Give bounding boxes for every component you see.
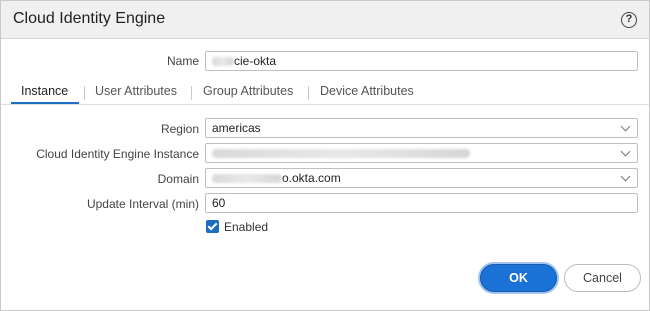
- tab-device-attributes[interactable]: Device Attributes: [320, 84, 414, 98]
- enabled-label: Enabled: [224, 220, 269, 234]
- redacted-text: [212, 57, 234, 67]
- redacted-text: [212, 149, 470, 159]
- tab-divider: [191, 86, 192, 100]
- dialog-titlebar: Cloud Identity Engine ?: [1, 1, 649, 39]
- tab-bar: Instance User Attributes Group Attribute…: [1, 81, 649, 105]
- tab-instance[interactable]: Instance: [21, 84, 68, 98]
- tab-divider: [308, 86, 309, 100]
- region-select[interactable]: americas: [205, 118, 638, 138]
- domain-label: Domain: [157, 172, 199, 186]
- tab-divider: [84, 86, 85, 100]
- region-label: Region: [160, 122, 199, 136]
- cloud-identity-engine-dialog: Cloud Identity Engine ? Name cie-okta In…: [0, 0, 650, 311]
- chevron-down-icon: [620, 121, 631, 132]
- dialog-title: Cloud Identity Engine: [13, 10, 166, 27]
- instance-label: Cloud Identity Engine Instance: [36, 147, 199, 161]
- enabled-checkbox[interactable]: [206, 220, 219, 233]
- domain-select[interactable]: o.okta.com: [205, 168, 638, 188]
- name-input[interactable]: cie-okta: [205, 51, 638, 71]
- update-interval-input[interactable]: 60: [205, 193, 638, 213]
- tab-group-attributes[interactable]: Group Attributes: [203, 84, 293, 98]
- tab-user-attributes[interactable]: User Attributes: [95, 84, 177, 98]
- name-label: Name: [166, 54, 199, 68]
- redacted-text: [212, 174, 282, 184]
- update-interval-label: Update Interval (min): [86, 197, 199, 211]
- ok-button[interactable]: OK: [480, 264, 557, 292]
- tab-bar-divider: [1, 104, 649, 105]
- instance-select[interactable]: [205, 143, 638, 163]
- cancel-button[interactable]: Cancel: [564, 264, 641, 292]
- domain-value: o.okta.com: [282, 171, 341, 185]
- chevron-down-icon: [620, 171, 631, 182]
- help-icon[interactable]: ?: [621, 12, 637, 28]
- name-value: cie-okta: [234, 54, 277, 68]
- update-interval-value: 60: [212, 196, 226, 210]
- chevron-down-icon: [620, 146, 631, 157]
- region-value: americas: [212, 121, 261, 135]
